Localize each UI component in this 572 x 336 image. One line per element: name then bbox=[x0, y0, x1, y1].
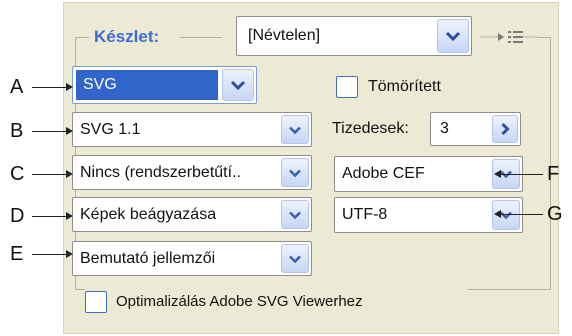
panel-menu-icon[interactable] bbox=[478, 28, 538, 48]
chevron-down-icon bbox=[445, 31, 461, 41]
encoding-value: UTF-8 bbox=[342, 206, 388, 223]
decimals-stepper[interactable]: 3 bbox=[430, 112, 521, 146]
css-properties-dropdown-button[interactable] bbox=[281, 244, 309, 273]
svg-version-dropdown-button[interactable] bbox=[281, 115, 309, 144]
svg-version-dropdown[interactable]: SVG 1.1 bbox=[72, 112, 312, 147]
chevron-down-icon bbox=[289, 169, 301, 177]
callout-a-line bbox=[32, 87, 66, 88]
preset-dropdown[interactable]: [Névtelen] bbox=[236, 16, 472, 56]
format-dropdown-button[interactable] bbox=[222, 69, 254, 101]
callout-e-arrow bbox=[66, 250, 73, 258]
chevron-down-icon bbox=[500, 211, 512, 220]
group-border-bottom-right bbox=[468, 289, 551, 290]
fonts-dropdown[interactable]: Nincs (rendszerbetűtí.. bbox=[72, 155, 312, 190]
compressed-label: Tömörített bbox=[368, 78, 441, 95]
group-border-top-mid bbox=[180, 37, 222, 38]
callout-e-line bbox=[32, 254, 66, 255]
decimals-label: Tizedesek: bbox=[332, 120, 409, 137]
callout-a: A bbox=[10, 76, 24, 98]
images-dropdown[interactable]: Képek beágyazása bbox=[72, 197, 312, 232]
images-dropdown-button[interactable] bbox=[281, 200, 309, 229]
callout-g-arrow bbox=[494, 210, 501, 218]
callout-c-line bbox=[32, 174, 66, 175]
svg-version-value: SVG 1.1 bbox=[80, 121, 141, 138]
callout-g: G bbox=[547, 203, 563, 225]
images-value: Képek beágyazása bbox=[80, 206, 217, 223]
css-properties-value: Bemutató jellemzői bbox=[80, 250, 216, 267]
optimize-viewer-label: Optimalizálás Adobe SVG Viewerhez bbox=[116, 293, 363, 310]
callout-b-arrow bbox=[66, 127, 73, 135]
callout-d-line bbox=[32, 216, 66, 217]
fonts-dropdown-button[interactable] bbox=[281, 158, 309, 187]
group-border-top-right bbox=[538, 37, 550, 38]
optimize-viewer-checkbox[interactable] bbox=[85, 291, 107, 313]
chevron-down-icon bbox=[289, 255, 301, 263]
font-format-value: Adobe CEF bbox=[342, 165, 425, 182]
callout-c-arrow bbox=[66, 170, 73, 178]
format-dropdown[interactable]: SVG bbox=[72, 66, 257, 104]
group-border-top-left bbox=[75, 37, 89, 38]
format-value: SVG bbox=[83, 76, 117, 93]
callout-f: F bbox=[547, 163, 560, 185]
chevron-down-icon bbox=[230, 80, 246, 90]
chevron-down-icon bbox=[289, 126, 301, 134]
compressed-checkbox[interactable] bbox=[336, 76, 358, 98]
callout-g-line bbox=[501, 214, 543, 215]
css-properties-dropdown[interactable]: Bemutató jellemzői bbox=[72, 241, 312, 276]
preset-label: Készlet: bbox=[90, 27, 164, 47]
fonts-value: Nincs (rendszerbetűtí.. bbox=[80, 164, 241, 181]
preset-value: [Névtelen] bbox=[248, 27, 321, 44]
callout-f-arrow bbox=[494, 170, 501, 178]
callout-a-arrow bbox=[66, 83, 73, 91]
chevron-down-icon bbox=[289, 211, 301, 219]
callout-d: D bbox=[10, 205, 25, 227]
callout-d-arrow bbox=[66, 212, 73, 220]
callout-b-line bbox=[32, 131, 66, 132]
chevron-right-icon bbox=[501, 122, 510, 136]
group-border-bottom-left bbox=[75, 289, 85, 290]
decimals-increment-button[interactable] bbox=[492, 115, 518, 143]
callout-b: B bbox=[10, 120, 24, 142]
callout-e: E bbox=[10, 243, 24, 265]
preset-dropdown-button[interactable] bbox=[437, 19, 469, 53]
callout-c: C bbox=[10, 163, 25, 185]
decimals-value: 3 bbox=[440, 120, 449, 137]
callout-f-line bbox=[501, 174, 543, 175]
